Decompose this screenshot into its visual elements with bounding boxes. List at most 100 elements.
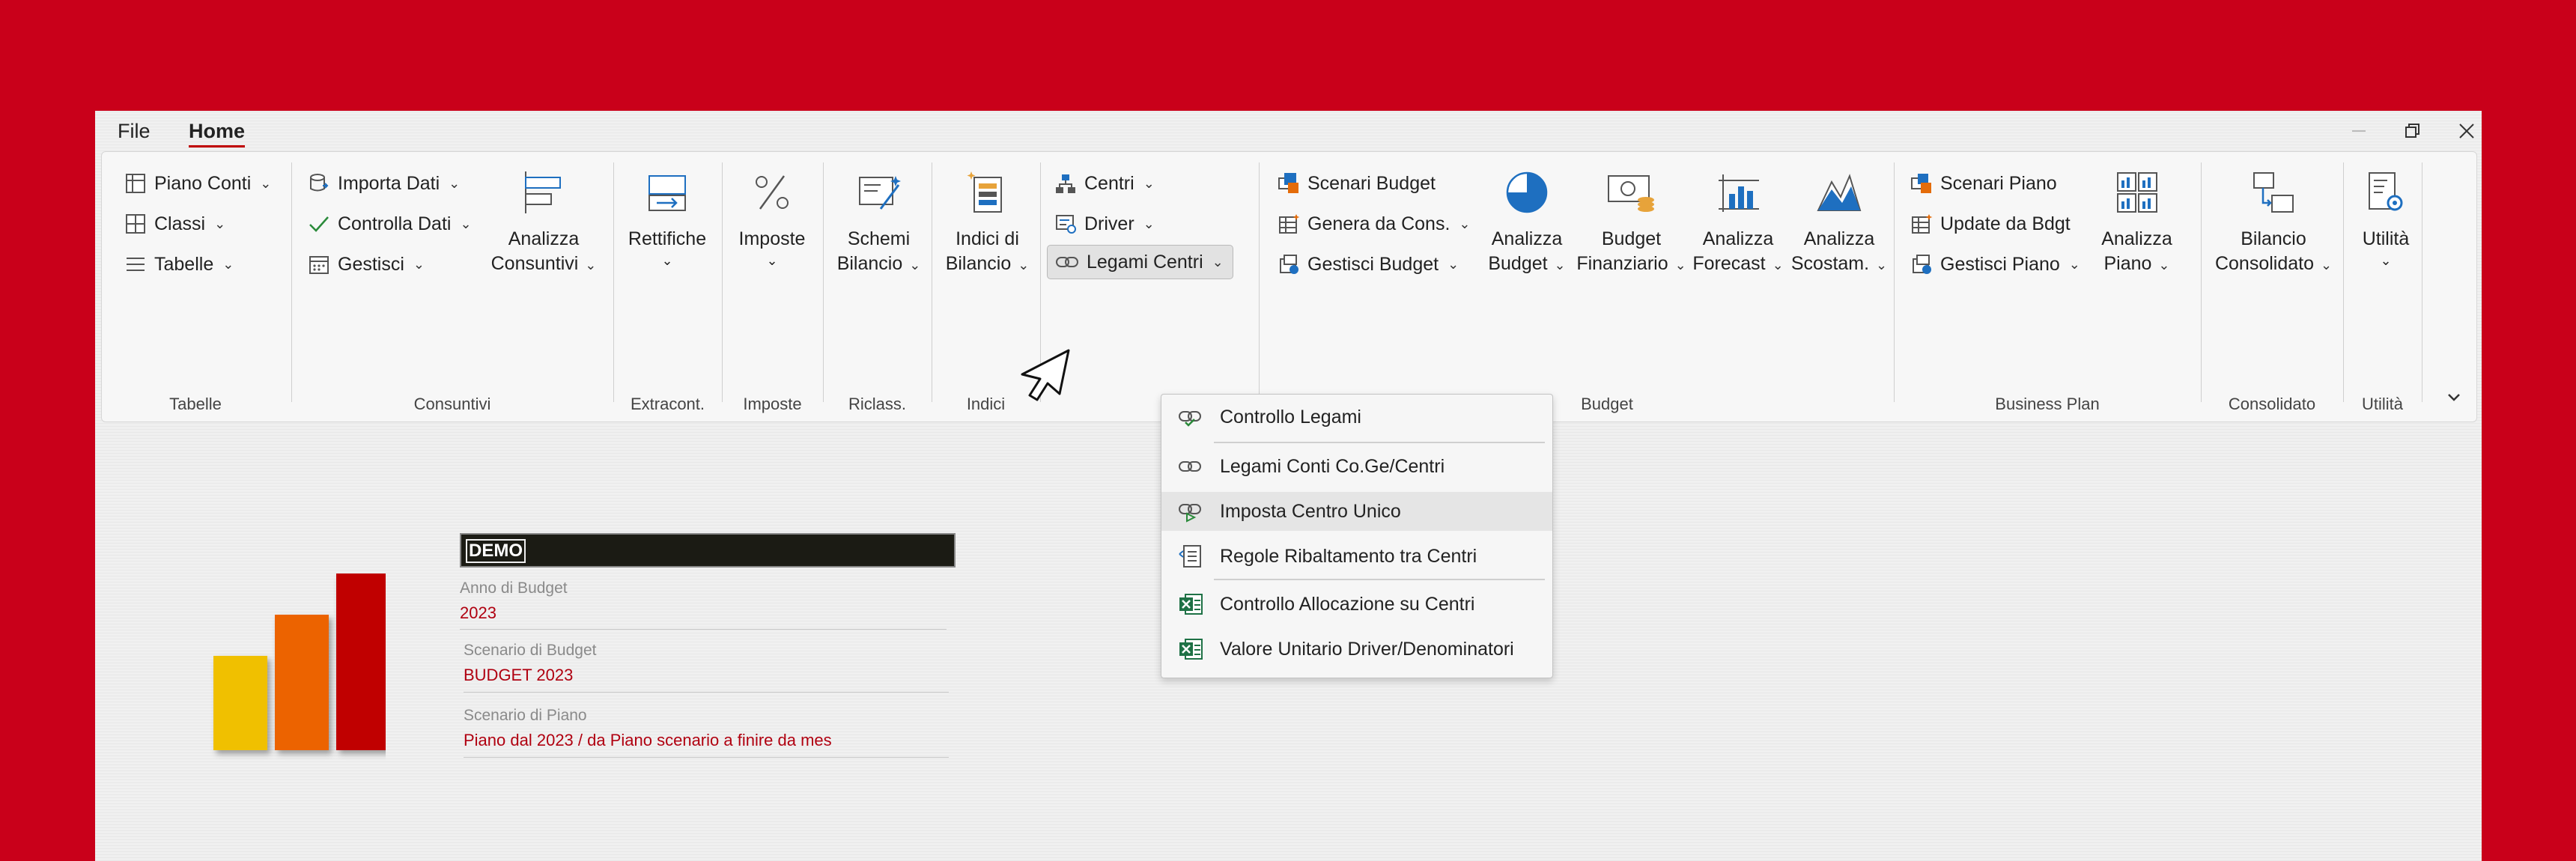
legami-centri-button[interactable]: Legami Centri ⌄ (1047, 245, 1233, 279)
analizza-piano-button[interactable]: Analizza Piano ⌄ (2090, 162, 2184, 278)
schemi-label: Schemi (847, 228, 911, 249)
indici-bilancio-button[interactable]: Indici di Bilancio ⌄ (937, 162, 1038, 278)
analizza-forecast-label-1: Analizza (1702, 228, 1774, 249)
scenario-piano-label: Scenario di Piano (464, 707, 587, 724)
menu-item-regole-ribaltamento[interactable]: Regole Ribaltamento tra Centri (1161, 537, 1552, 576)
chart-of-accounts-icon (126, 174, 145, 193)
centri-label: Centri (1084, 172, 1134, 194)
group-label-tabelle: Tabelle (169, 395, 222, 413)
menu-separator (1214, 579, 1545, 580)
menu-item-legami-conti[interactable]: Legami Conti Co.Ge/Centri (1161, 447, 1552, 486)
collapse-ribbon-chevron-down-icon[interactable] (2438, 381, 2470, 413)
scenari-piano-label: Scenari Piano (1940, 172, 2057, 194)
menu-item-imposta-centro-unico[interactable]: Imposta Centro Unico (1161, 492, 1552, 531)
excel-icon (1176, 590, 1205, 618)
chevron-down-icon: ⌄ (222, 256, 234, 272)
analizza-budget-label-2: Budget ⌄ (1488, 253, 1566, 274)
scenari-piano-button[interactable]: Scenari Piano (1910, 167, 2057, 200)
utilita-button[interactable]: Utilità ⌄ (2348, 162, 2423, 270)
analizza-forecast-label-2: Forecast ⌄ (1692, 253, 1784, 274)
utilita-label: Utilità (2362, 228, 2410, 249)
adjustments-icon (643, 162, 691, 222)
tabelle-button[interactable]: Tabelle ⌄ (124, 248, 234, 281)
menu-home[interactable]: Home (189, 120, 246, 147)
analyze-bars-icon (520, 162, 568, 222)
classi-button[interactable]: Classi ⌄ (124, 207, 225, 240)
menu-item-controllo-legami[interactable]: Controllo Legami (1161, 398, 1552, 436)
gestisci-piano-label: Gestisci Piano (1940, 253, 2060, 275)
bilancio-consolidato-label-1: Bilancio (2241, 228, 2306, 249)
legami-centri-label: Legami Centri (1087, 251, 1203, 273)
gestisci-piano-button[interactable]: Gestisci Piano ⌄ (1910, 248, 2080, 281)
group-label-business-plan: Business Plan (1995, 395, 2100, 413)
logo-bar-yellow (213, 656, 267, 750)
bilancio-label: Bilancio ⌄ (836, 253, 921, 274)
schemi-bilancio-button[interactable]: Schemi Bilancio ⌄ (828, 162, 929, 278)
group-label-imposte: Imposte (743, 395, 802, 413)
scenari-budget-button[interactable]: Scenari Budget (1278, 167, 1436, 200)
menu-separator (1214, 442, 1545, 443)
logo-bar-red (336, 574, 386, 750)
tabelle-label: Tabelle (154, 253, 214, 275)
consolidate-icon (2250, 162, 2297, 222)
chevron-down-icon: ⌄ (449, 175, 461, 191)
divider (460, 629, 947, 630)
group-separator (613, 162, 614, 402)
anno-value: 2023 (460, 603, 496, 622)
group-separator (823, 162, 824, 402)
rettifiche-button[interactable]: Rettifiche ⌄ (619, 162, 716, 270)
imposte-label: Imposte (738, 228, 806, 249)
classi-label: Classi (154, 213, 206, 234)
analizza-consuntivi-label-1: Analizza (508, 228, 580, 249)
update-da-bdgt-button[interactable]: Update da Bdgt (1910, 207, 2071, 240)
bilancio-consolidato-button[interactable]: Bilancio Consolidato ⌄ (2206, 162, 2341, 278)
analizza-consuntivi-button[interactable]: Analizza Consuntivi ⌄ (487, 162, 600, 278)
genera-da-cons-button[interactable]: Genera da Cons. ⌄ (1278, 207, 1471, 240)
gestisci-budget-button[interactable]: Gestisci Budget ⌄ (1278, 248, 1459, 281)
menu-item-controllo-allocazione[interactable]: Controllo Allocazione su Centri (1161, 585, 1552, 624)
forecast-chart-icon (1714, 162, 1762, 222)
mouse-pointer-icon (1021, 349, 1070, 401)
scenarios-icon (1911, 174, 1931, 193)
centri-button[interactable]: Centri ⌄ (1054, 167, 1155, 200)
analizza-scostam-button[interactable]: Analizza Scostam. ⌄ (1787, 162, 1892, 278)
restore-icon[interactable] (2397, 115, 2428, 147)
menu-item-label: Imposta Centro Unico (1220, 500, 1401, 522)
importa-dati-button[interactable]: Importa Dati ⌄ (308, 167, 460, 200)
menu-item-valore-unitario[interactable]: Valore Unitario Driver/Denominatori (1161, 630, 1552, 669)
divider (464, 757, 949, 758)
driver-button[interactable]: Driver ⌄ (1054, 207, 1155, 240)
menu-item-label: Legami Conti Co.Ge/Centri (1220, 455, 1445, 477)
group-label-consuntivi: Consuntivi (413, 395, 491, 413)
scenari-budget-label: Scenari Budget (1307, 172, 1436, 194)
imposte-button[interactable]: Imposte ⌄ (727, 162, 817, 270)
budget-finanziario-button[interactable]: Budget Finanziario ⌄ (1573, 162, 1689, 278)
menu-file[interactable]: File (118, 120, 151, 143)
analizza-budget-button[interactable]: Analizza Budget ⌄ (1478, 162, 1576, 278)
bilancio-consolidato-label-2: Consolidato ⌄ (2214, 253, 2333, 274)
company-name-bar[interactable]: DEMO (460, 533, 956, 568)
group-separator (1894, 162, 1895, 402)
settings-document-icon (2362, 162, 2410, 222)
title-bar: File Home (95, 111, 2482, 151)
link-arrow-icon (1176, 497, 1205, 526)
driver-label: Driver (1084, 213, 1134, 234)
link-icon (1056, 257, 1078, 267)
close-icon[interactable] (2451, 115, 2482, 147)
group-separator (291, 162, 292, 402)
indici-di-label: Indici di (956, 228, 1019, 249)
piano-conti-button[interactable]: Piano Conti ⌄ (124, 167, 271, 200)
chevron-down-icon: ⌄ (1212, 254, 1224, 270)
analizza-forecast-button[interactable]: Analizza Forecast ⌄ (1686, 162, 1790, 278)
company-name: DEMO (466, 539, 526, 563)
group-label-riclass: Riclass. (848, 395, 906, 413)
analizza-scostam-label-1: Analizza (1803, 228, 1875, 249)
menu-item-label: Valore Unitario Driver/Denominatori (1220, 638, 1514, 660)
menu-item-label: Controllo Allocazione su Centri (1220, 593, 1475, 615)
menu-item-label: Controllo Legami (1220, 406, 1361, 428)
controlla-dati-button[interactable]: Controlla Dati ⌄ (308, 207, 472, 240)
minimize-icon[interactable] (2343, 115, 2375, 147)
controlla-dati-label: Controlla Dati (338, 213, 452, 234)
mountain-chart-icon (1815, 162, 1863, 222)
gestisci-button[interactable]: Gestisci ⌄ (308, 248, 425, 281)
